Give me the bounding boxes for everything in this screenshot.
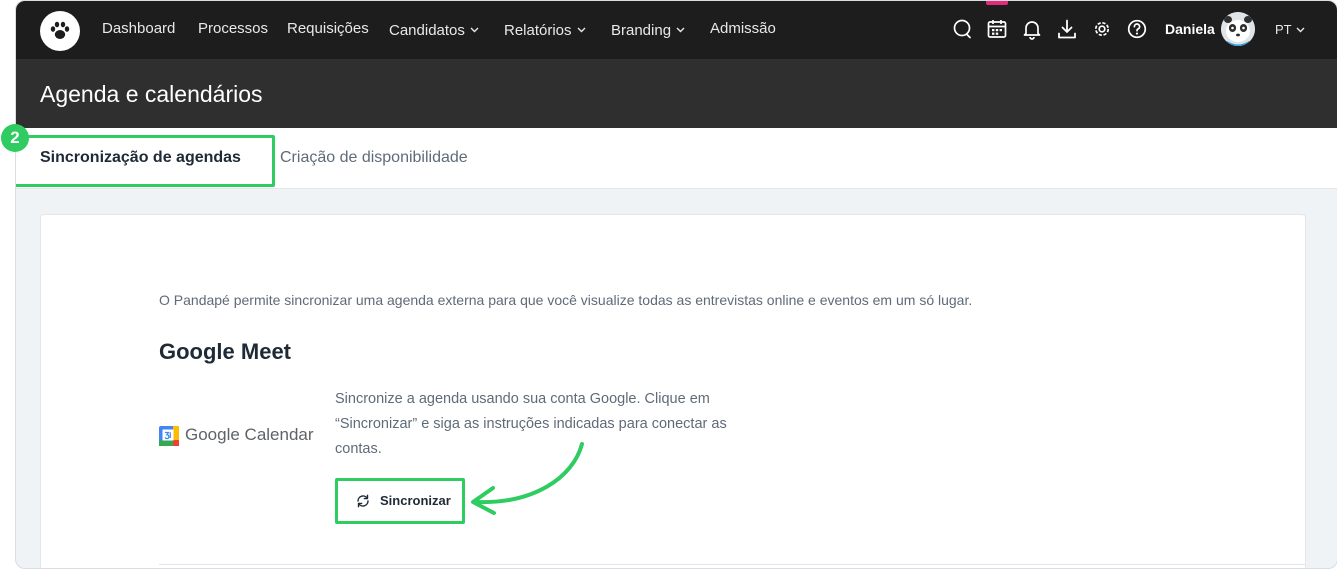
nav-dashboard[interactable]: Dashboard [102, 20, 175, 37]
nav-branding[interactable]: Branding [611, 20, 685, 39]
download-icon[interactable] [1056, 18, 1078, 40]
nav-relatorios[interactable]: Relatórios [504, 20, 586, 39]
gear-icon[interactable] [1091, 18, 1113, 40]
user-name[interactable]: Daniela [1165, 21, 1215, 37]
card-divider [159, 564, 1305, 565]
page-title: Agenda e calendários [40, 81, 263, 107]
app-frame: Dashboard Processos Requisições Candidat… [15, 0, 1337, 569]
bell-icon[interactable] [1021, 18, 1043, 40]
chevron-down-icon [470, 20, 479, 37]
language-selector[interactable]: PT [1275, 21, 1305, 37]
step-badge: 2 [1, 124, 29, 152]
page-header: Agenda e calendários [16, 59, 1337, 128]
section-title: Google Meet [159, 339, 292, 364]
chat-icon[interactable] [951, 18, 973, 40]
button-highlight-box [335, 478, 465, 524]
pointer-arrow-icon [471, 442, 584, 515]
avatar[interactable] [1221, 12, 1255, 46]
tab-highlight-box [16, 135, 275, 187]
tab-disponibilidade[interactable]: Criação de disponibilidade [280, 149, 468, 167]
nav-processos[interactable]: Processos [198, 20, 268, 37]
active-indicator [986, 1, 1008, 5]
paw-logo-icon[interactable] [40, 11, 80, 51]
sync-card: O Pandapé permite sincronizar uma agenda… [40, 214, 1306, 568]
provider-name: Google Calendar [185, 425, 314, 444]
top-navigation: Dashboard Processos Requisições Candidat… [16, 1, 1337, 59]
chevron-down-icon [577, 20, 586, 37]
chevron-down-icon [676, 20, 685, 37]
intro-text: O Pandapé permite sincronizar uma agenda… [159, 292, 973, 308]
help-icon[interactable] [1126, 18, 1148, 40]
nav-admissao[interactable]: Admissão [710, 20, 776, 37]
chevron-down-icon [1296, 21, 1305, 36]
calendar-icon[interactable] [986, 18, 1008, 40]
nav-requisicoes[interactable]: Requisições [287, 20, 369, 37]
nav-candidatos[interactable]: Candidatos [389, 20, 479, 39]
